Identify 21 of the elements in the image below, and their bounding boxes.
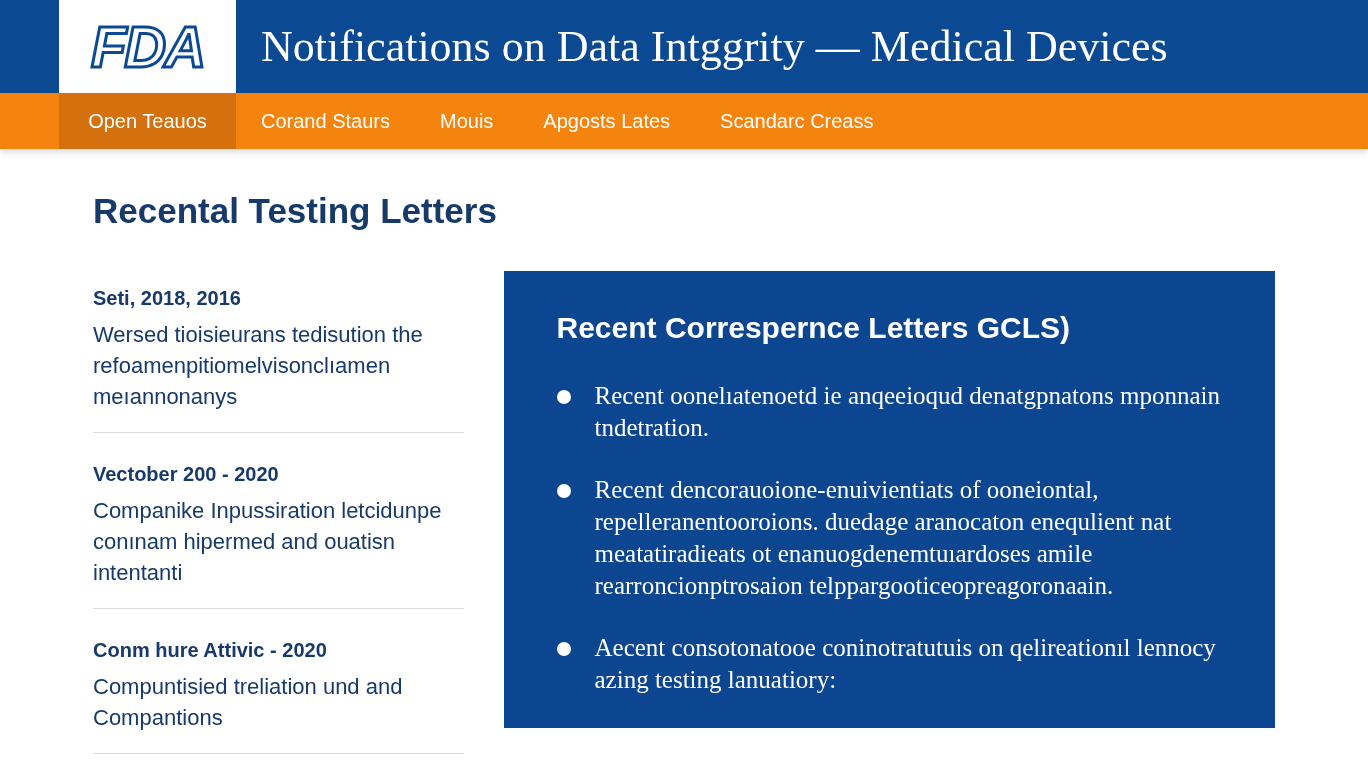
letter-summary: Compuntisied treliation und and Compantions bbox=[93, 673, 404, 732]
letter-date: Vectober 200 - 2020 bbox=[93, 462, 280, 487]
letter-summary: Companike Inpussiration letcidunpe conınam hipermed and ouatisn intentanti bbox=[93, 497, 443, 587]
letter-summary: Wersed tioisieurans tedisution the refoamenpitiomelvisonclıamen meıannonanys bbox=[93, 321, 424, 411]
nav-tab[interactable]: Apgosts Lates bbox=[518, 93, 696, 149]
panel-title: Recent Correspernce Letters GCLS) bbox=[556, 310, 1071, 346]
bullet-text: Recent oonelıatenoetd ie anqeeioqud denatgpnatons mponnain tndetration. bbox=[594, 381, 1222, 443]
bullet-icon bbox=[556, 390, 571, 404]
bullet-icon bbox=[556, 642, 571, 656]
nav-tab[interactable]: Corand Staurs bbox=[236, 93, 415, 149]
bullet-text: Aecent consotonatooe coninotratutuis on qelireationıl lennocy azing testing lanuatiory: bbox=[594, 633, 1217, 695]
nav-tab[interactable]: Open Teauos bbox=[59, 93, 236, 149]
logo[interactable]: FDA bbox=[90, 3, 205, 91]
nav-tab[interactable]: Scandarc Creass bbox=[695, 93, 899, 149]
nav-tab[interactable]: Mouis bbox=[414, 93, 519, 149]
section-title: Recental Testing Letters bbox=[93, 189, 498, 232]
letter-date: Conm hure Attivic - 2020 bbox=[93, 638, 328, 663]
bullet-text: Recent dencorauoione-enuivientiats of ooneiontal, repelleranentooroions. duedage aranocaton enequlient nat meatatiradieats ot enanuogdenemtuıardoses amile rearroncionptrosaion telppargooticeopreagoronaain. bbox=[594, 475, 1173, 601]
letter-date: Seti, 2018, 2016 bbox=[93, 286, 242, 311]
bullet-icon bbox=[556, 484, 571, 498]
page-title: Notifications on Data Intggrity — Medical Devices bbox=[261, 20, 1168, 73]
